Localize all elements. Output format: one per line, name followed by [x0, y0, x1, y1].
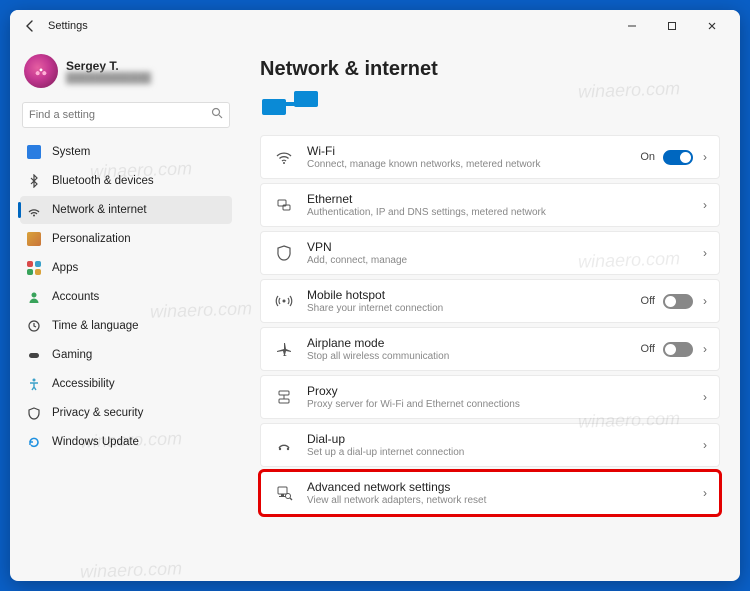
main-content: Network & internet Wi-FiConnect, manage …	[240, 42, 740, 581]
toggle-wifi[interactable]	[663, 150, 693, 165]
proxy-icon	[273, 386, 295, 408]
card-title: Airplane mode	[307, 336, 641, 350]
sidebar-item-label: Accessibility	[52, 378, 115, 390]
maximize-button[interactable]	[652, 12, 692, 40]
update-icon	[26, 434, 42, 450]
search-icon	[211, 106, 223, 124]
wifi-icon	[273, 146, 295, 168]
sidebar-item-apps[interactable]: Apps	[20, 254, 232, 282]
sidebar-item-label: Time & language	[52, 320, 139, 332]
card-subtitle: View all network adapters, network reset	[307, 495, 703, 506]
sidebar-item-accessibility[interactable]: Accessibility	[20, 370, 232, 398]
sidebar-item-label: Network & internet	[52, 204, 147, 216]
card-advanced[interactable]: Advanced network settingsView all networ…	[260, 471, 720, 515]
user-name: Sergey T.	[66, 59, 151, 73]
sidebar-item-label: Apps	[52, 262, 78, 274]
network-icon	[26, 202, 42, 218]
back-button[interactable]	[18, 14, 42, 38]
sidebar-item-label: Windows Update	[52, 436, 139, 448]
card-status: Off	[641, 295, 655, 307]
chevron-right-icon: ›	[703, 246, 707, 260]
card-status: On	[640, 151, 655, 163]
card-wifi[interactable]: Wi-FiConnect, manage known networks, met…	[260, 135, 720, 179]
close-button[interactable]	[692, 12, 732, 40]
card-ethernet[interactable]: EthernetAuthentication, IP and DNS setti…	[260, 183, 720, 227]
card-subtitle: Connect, manage known networks, metered …	[307, 159, 640, 170]
sidebar-item-label: Privacy & security	[52, 407, 143, 419]
sidebar-item-time[interactable]: Time & language	[20, 312, 232, 340]
toggle-hotspot[interactable]	[663, 294, 693, 309]
sidebar-item-label: System	[52, 146, 90, 158]
search-box[interactable]	[22, 102, 230, 128]
card-status: Off	[641, 343, 655, 355]
time-icon	[26, 318, 42, 334]
hero-graphic	[260, 89, 320, 119]
chevron-right-icon: ›	[703, 486, 707, 500]
apps-icon	[26, 260, 42, 276]
sidebar-item-gaming[interactable]: Gaming	[20, 341, 232, 369]
card-title: Proxy	[307, 384, 703, 398]
chevron-right-icon: ›	[703, 390, 707, 404]
hotspot-icon	[273, 290, 295, 312]
card-hotspot[interactable]: Mobile hotspotShare your internet connec…	[260, 279, 720, 323]
nav-list: System Bluetooth & devices Network & inter…	[20, 138, 232, 456]
sidebar-item-privacy[interactable]: Privacy & security	[20, 399, 232, 427]
sidebar-item-network[interactable]: Network & internet	[20, 196, 232, 224]
chevron-right-icon: ›	[703, 198, 707, 212]
airplane-icon	[273, 338, 295, 360]
card-subtitle: Proxy server for Wi-Fi and Ethernet conn…	[307, 399, 703, 410]
card-title: VPN	[307, 240, 703, 254]
card-title: Ethernet	[307, 192, 703, 206]
sidebar-item-personalization[interactable]: Personalization	[20, 225, 232, 253]
minimize-button[interactable]	[612, 12, 652, 40]
card-dialup[interactable]: Dial-upSet up a dial-up internet connect…	[260, 423, 720, 467]
card-title: Advanced network settings	[307, 480, 703, 494]
card-subtitle: Add, connect, manage	[307, 255, 703, 266]
gaming-icon	[26, 347, 42, 363]
sidebar: Sergey T. ████████████ System Bluetooth &…	[10, 42, 240, 581]
card-title: Dial-up	[307, 432, 703, 446]
sidebar-item-label: Accounts	[52, 291, 99, 303]
card-subtitle: Stop all wireless communication	[307, 351, 641, 362]
settings-window: Settings Sergey T. ████████████ System Bl…	[10, 10, 740, 581]
privacy-icon	[26, 405, 42, 421]
sidebar-item-system[interactable]: System	[20, 138, 232, 166]
sidebar-item-label: Gaming	[52, 349, 92, 361]
card-subtitle: Share your internet connection	[307, 303, 641, 314]
card-subtitle: Authentication, IP and DNS settings, met…	[307, 207, 703, 218]
accessibility-icon	[26, 376, 42, 392]
sidebar-item-label: Bluetooth & devices	[52, 175, 154, 187]
chevron-right-icon: ›	[703, 294, 707, 308]
search-input[interactable]	[29, 109, 211, 121]
chevron-right-icon: ›	[703, 150, 707, 164]
ethernet-icon	[273, 194, 295, 216]
user-block[interactable]: Sergey T. ████████████	[20, 48, 232, 98]
card-title: Mobile hotspot	[307, 288, 641, 302]
sidebar-item-bluetooth[interactable]: Bluetooth & devices	[20, 167, 232, 195]
user-email-blurred: ████████████	[66, 73, 151, 84]
bluetooth-icon	[26, 173, 42, 189]
card-airplane[interactable]: Airplane modeStop all wireless communica…	[260, 327, 720, 371]
system-icon	[26, 144, 42, 160]
card-vpn[interactable]: VPNAdd, connect, manage›	[260, 231, 720, 275]
chevron-right-icon: ›	[703, 438, 707, 452]
dialup-icon	[273, 434, 295, 456]
page-title: Network & internet	[260, 58, 720, 81]
sidebar-item-label: Personalization	[52, 233, 131, 245]
avatar	[24, 54, 58, 88]
vpn-icon	[273, 242, 295, 264]
card-subtitle: Set up a dial-up internet connection	[307, 447, 703, 458]
card-title: Wi-Fi	[307, 144, 640, 158]
sidebar-item-accounts[interactable]: Accounts	[20, 283, 232, 311]
titlebar: Settings	[10, 10, 740, 42]
toggle-airplane[interactable]	[663, 342, 693, 357]
window-title: Settings	[48, 20, 88, 32]
personalization-icon	[26, 231, 42, 247]
chevron-right-icon: ›	[703, 342, 707, 356]
card-proxy[interactable]: ProxyProxy server for Wi-Fi and Ethernet…	[260, 375, 720, 419]
advanced-icon	[273, 482, 295, 504]
sidebar-item-update[interactable]: Windows Update	[20, 428, 232, 456]
accounts-icon	[26, 289, 42, 305]
